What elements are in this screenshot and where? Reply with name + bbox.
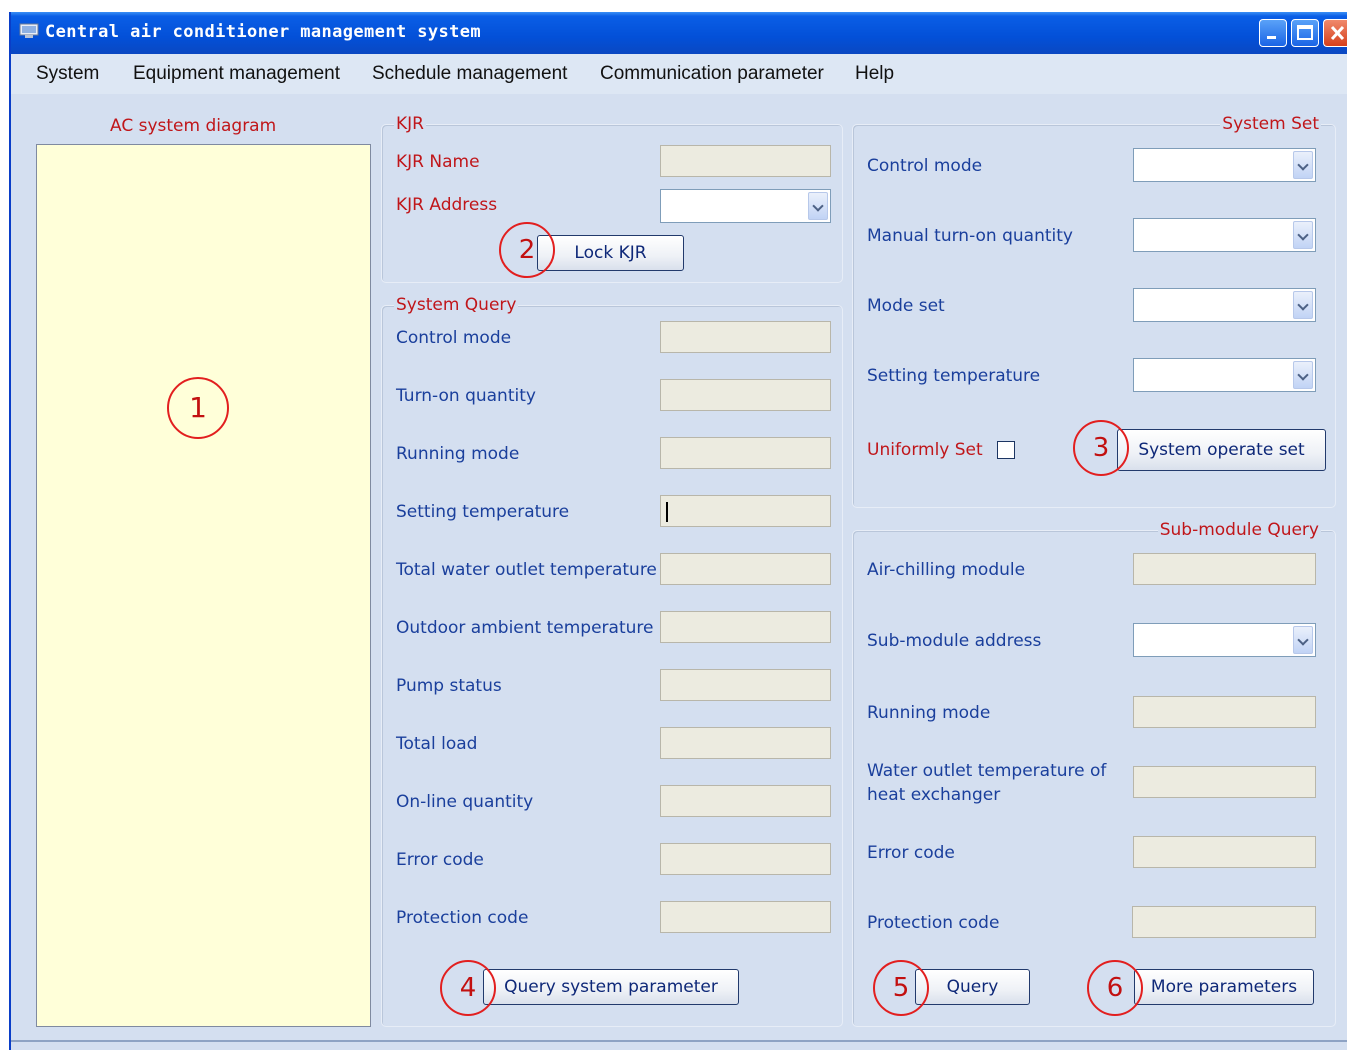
ss-control-mode-label: Control mode: [867, 156, 983, 176]
chevron-down-icon[interactable]: [1293, 626, 1313, 654]
sq-setting-temperature-label: Setting temperature: [396, 502, 570, 522]
ss-manual-turn-on-quantity-select[interactable]: [1133, 218, 1316, 252]
uniformly-set-checkbox[interactable]: [997, 441, 1015, 459]
sq-error-code-label: Error code: [396, 850, 484, 870]
smq-running-mode-field[interactable]: [1133, 696, 1316, 728]
sq-control-mode-field[interactable]: [660, 321, 831, 353]
smq-error-code-label: Error code: [867, 843, 955, 863]
sq-outdoor-ambient-temperature-label: Outdoor ambient temperature: [396, 618, 654, 638]
ss-setting-temperature-label: Setting temperature: [867, 366, 1041, 386]
sq-protection-code-field[interactable]: [660, 901, 831, 933]
sq-total-load-field[interactable]: [660, 727, 831, 759]
sq-running-mode-label: Running mode: [396, 444, 520, 464]
sub-module-address-label: Sub-module address: [867, 631, 1042, 651]
system-operate-set-button[interactable]: System operate set: [1117, 429, 1326, 471]
chevron-down-icon[interactable]: [808, 192, 828, 220]
minimize-icon: [1267, 36, 1276, 39]
water-outlet-temperature-label-1: Water outlet temperature of: [867, 761, 1107, 781]
ss-mode-set-label: Mode set: [867, 296, 945, 316]
minimize-button[interactable]: [1259, 19, 1287, 47]
title-bar[interactable]: Central air conditioner management syste…: [11, 12, 1347, 54]
smq-protection-code-field[interactable]: [1132, 906, 1316, 938]
sq-total-water-outlet-temperature-field[interactable]: [660, 553, 831, 585]
maximize-button[interactable]: [1291, 19, 1319, 47]
system-query-legend: System Query: [394, 295, 519, 315]
menu-bar: System Equipment management Schedule man…: [11, 54, 1347, 94]
water-outlet-temperature-label-2: heat exchanger: [867, 785, 1001, 805]
more-parameters-button[interactable]: More parameters: [1134, 969, 1314, 1005]
smq-error-code-field[interactable]: [1133, 836, 1316, 868]
ss-mode-set-select[interactable]: [1133, 288, 1316, 322]
chevron-down-icon[interactable]: [1293, 291, 1313, 319]
sq-protection-code-label: Protection code: [396, 908, 529, 928]
sq-setting-temperature-field[interactable]: [660, 495, 831, 527]
ss-control-mode-select[interactable]: [1133, 148, 1316, 182]
kjr-address-select[interactable]: [660, 189, 831, 223]
sq-running-mode-field[interactable]: [660, 437, 831, 469]
sq-on-line-quantity-label: On-line quantity: [396, 792, 534, 812]
menu-communication-parameter[interactable]: Communication parameter: [600, 63, 824, 85]
sq-control-mode-label: Control mode: [396, 328, 512, 348]
window-bottom-border: [11, 1040, 1347, 1042]
water-outlet-temperature-field[interactable]: [1133, 766, 1316, 798]
air-chilling-module-label: Air-chilling module: [867, 560, 1026, 580]
uniformly-set-label: Uniformly Set: [867, 440, 983, 460]
system-set-legend: System Set: [1220, 114, 1321, 134]
smq-protection-code-label: Protection code: [867, 913, 1000, 933]
submodule-query-legend: Sub-module Query: [1157, 520, 1321, 540]
diagram-title: AC system diagram: [110, 116, 277, 136]
menu-equipment-management[interactable]: Equipment management: [133, 63, 340, 85]
sq-turn-on-quantity-field[interactable]: [660, 379, 831, 411]
ss-setting-temperature-select[interactable]: [1133, 358, 1316, 392]
chevron-down-icon[interactable]: [1293, 221, 1313, 249]
sq-turn-on-quantity-label: Turn-on quantity: [396, 386, 536, 406]
sq-total-load-label: Total load: [396, 734, 478, 754]
chevron-down-icon[interactable]: [1293, 361, 1313, 389]
chevron-down-icon[interactable]: [1293, 151, 1313, 179]
lock-kjr-button[interactable]: Lock KJR: [537, 235, 684, 271]
monitor-icon: [19, 23, 39, 38]
kjr-name-label: KJR Name: [396, 152, 480, 172]
query-system-parameter-button[interactable]: Query system parameter: [483, 969, 739, 1005]
menu-help[interactable]: Help: [855, 63, 894, 85]
kjr-name-field[interactable]: [660, 145, 831, 177]
kjr-address-label: KJR Address: [396, 195, 498, 215]
submodule-query-button[interactable]: Query: [915, 969, 1030, 1005]
sq-total-water-outlet-temperature-label: Total water outlet temperature: [396, 560, 657, 580]
sq-outdoor-ambient-temperature-field[interactable]: [660, 611, 831, 643]
sq-pump-status-label: Pump status: [396, 676, 502, 696]
kjr-legend: KJR: [394, 114, 426, 134]
close-button[interactable]: [1323, 19, 1347, 47]
air-chilling-module-field[interactable]: [1133, 553, 1316, 585]
ac-system-diagram[interactable]: [36, 144, 371, 1027]
menu-schedule-management[interactable]: Schedule management: [372, 63, 567, 85]
maximize-icon: [1297, 25, 1313, 40]
close-icon: [1330, 25, 1345, 41]
menu-system[interactable]: System: [36, 63, 99, 85]
sq-on-line-quantity-field[interactable]: [660, 785, 831, 817]
sub-module-address-select[interactable]: [1133, 623, 1316, 657]
sq-error-code-field[interactable]: [660, 843, 831, 875]
sq-pump-status-field[interactable]: [660, 669, 831, 701]
ss-manual-turn-on-quantity-label: Manual turn-on quantity: [867, 226, 1073, 246]
window-title: Central air conditioner management syste…: [45, 22, 482, 42]
smq-running-mode-label: Running mode: [867, 703, 991, 723]
